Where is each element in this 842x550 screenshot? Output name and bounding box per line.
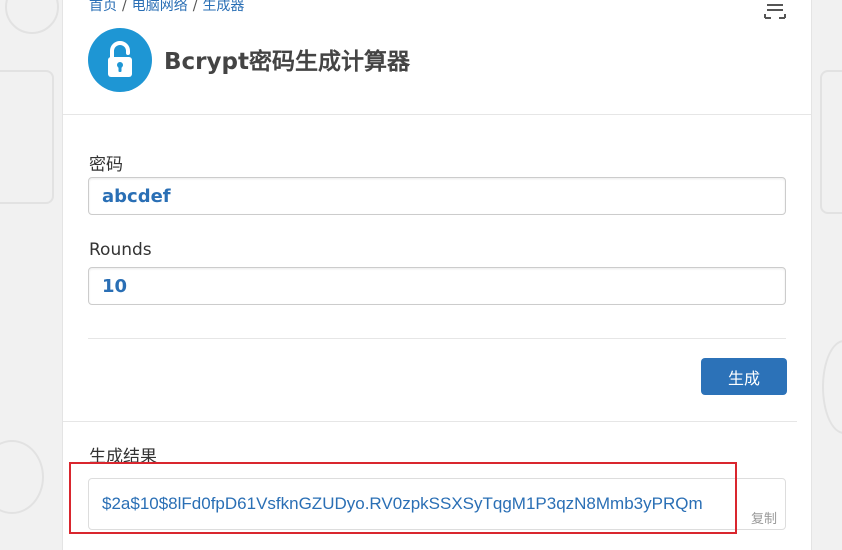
background-doodle bbox=[0, 70, 54, 204]
page-title: Bcrypt密码生成计算器 bbox=[164, 49, 410, 75]
main-panel: 首页 / 电脑网络 / 生成器 Bcrypt密码生成计算器 密码 Rounds 生成 生… bbox=[62, 0, 812, 550]
background-doodle bbox=[0, 440, 44, 514]
rounds-input[interactable] bbox=[88, 267, 786, 305]
result-divider bbox=[63, 421, 797, 422]
form-divider bbox=[88, 338, 786, 339]
header-divider bbox=[63, 114, 811, 115]
list-menu-icon[interactable] bbox=[763, 0, 787, 20]
result-output[interactable]: $2a$10$8lFd0fpD61VsfknGZUDyo.RV0zpkSSXSy… bbox=[88, 478, 786, 530]
password-input[interactable] bbox=[88, 177, 786, 215]
breadcrumb-separator: / bbox=[122, 0, 127, 14]
password-label: 密码 bbox=[89, 155, 123, 175]
breadcrumb-separator: / bbox=[192, 0, 198, 14]
rounds-label: Rounds bbox=[89, 240, 152, 260]
breadcrumb: 首页 / 电脑网络 / 生成器 bbox=[89, 0, 244, 15]
breadcrumb-category[interactable]: 电脑网络 bbox=[132, 0, 188, 14]
background-doodle bbox=[5, 0, 59, 34]
result-label: 生成结果 bbox=[89, 447, 157, 467]
generate-button[interactable]: 生成 bbox=[701, 358, 787, 395]
breadcrumb-home[interactable]: 首页 bbox=[89, 0, 117, 14]
background-doodle bbox=[822, 340, 842, 434]
copy-button[interactable]: 复制 bbox=[751, 508, 777, 527]
breadcrumb-section[interactable]: 生成器 bbox=[202, 0, 244, 14]
background-doodle bbox=[820, 70, 842, 214]
lock-icon bbox=[88, 28, 152, 92]
result-hash[interactable]: $2a$10$8lFd0fpD61VsfknGZUDyo.RV0zpkSSXSy… bbox=[102, 494, 703, 514]
